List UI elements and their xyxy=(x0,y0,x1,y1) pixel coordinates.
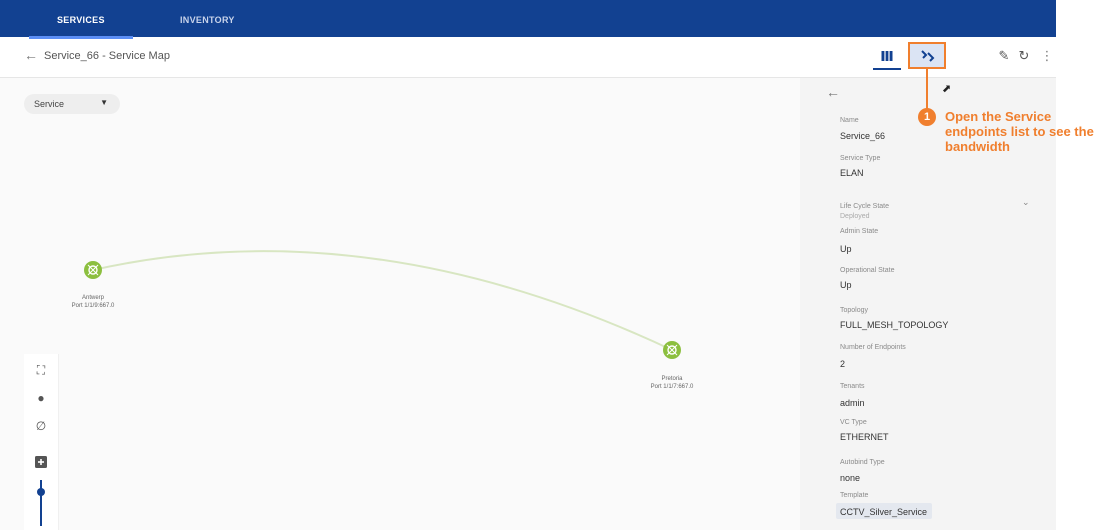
back-arrow-icon[interactable]: ← xyxy=(24,47,38,63)
field-value: 2 xyxy=(840,359,846,369)
antwerp-node-label: Antwerp Port 1/1/9:667.0 xyxy=(43,294,143,310)
field-value: ELAN xyxy=(840,168,864,178)
field-value: Deployed xyxy=(840,213,870,220)
node-name: Pretoria xyxy=(661,376,683,382)
node-port: Port 1/1/7:667.0 xyxy=(650,384,694,390)
endpoints-list-button[interactable] xyxy=(908,42,946,69)
fit-screen-icon[interactable]: ⛶ xyxy=(33,362,49,378)
field-label: VC Type xyxy=(840,419,867,426)
map-view-icon[interactable] xyxy=(876,45,898,67)
field-label: Topology xyxy=(840,307,869,314)
antwerp-node-icon[interactable] xyxy=(84,261,102,279)
callout-connector xyxy=(926,69,928,113)
page-header: ← Service_66 - Service Map ✎ ↻ ⋮ xyxy=(0,37,1056,78)
node-icon[interactable]: ● xyxy=(33,390,49,406)
field-label: Life Cycle State xyxy=(840,203,890,210)
edit-pencil-icon[interactable]: ✎ xyxy=(993,45,1015,67)
map-toolbar: ⛶ ● ∅ xyxy=(24,354,59,530)
endpoints-list-icon xyxy=(921,50,935,62)
callout-text: Open the Service endpoints list to see t… xyxy=(945,109,1094,154)
field-label: Template xyxy=(840,492,869,499)
field-value: FULL_MESH_TOPOLOGY xyxy=(840,320,949,330)
pretoria-node-label: Pretoria Port 1/1/7:667.0 xyxy=(622,375,722,391)
tab-services[interactable]: SERVICES xyxy=(29,0,133,39)
panel-back-arrow-icon[interactable]: ← xyxy=(826,84,840,100)
service-link[interactable] xyxy=(92,250,673,351)
node-name: Antwerp xyxy=(81,295,104,301)
app-window: SERVICES INVENTORY ← Service_66 - Servic… xyxy=(0,0,1056,530)
chevron-down-icon[interactable]: ⌄ xyxy=(1022,197,1030,208)
mouse-cursor-icon: ⬈ xyxy=(942,83,952,95)
tab-inventory[interactable]: INVENTORY xyxy=(180,0,235,37)
field-value: none xyxy=(840,473,861,483)
refresh-icon[interactable]: ↻ xyxy=(1013,45,1035,67)
zoom-in-icon[interactable] xyxy=(33,454,49,470)
callout-number: 1 xyxy=(918,108,936,126)
field-value: Up xyxy=(840,244,852,254)
field-label: Tenants xyxy=(840,383,865,390)
field-value: ETHERNET xyxy=(840,432,889,442)
top-navigation: SERVICES INVENTORY xyxy=(0,0,1056,39)
page-title: Service_66 - Service Map xyxy=(44,50,170,62)
field-value: Service_66 xyxy=(840,131,886,141)
field-value: Up xyxy=(840,280,852,290)
field-label: Autobind Type xyxy=(840,459,885,466)
link-icon[interactable]: ∅ xyxy=(33,418,49,434)
field-label: Service Type xyxy=(840,155,881,162)
active-view-indicator xyxy=(873,68,901,70)
field-label: Admin State xyxy=(840,228,879,235)
field-label: Number of Endpoints xyxy=(840,344,906,351)
pretoria-node-icon[interactable] xyxy=(663,341,681,359)
more-options-icon[interactable]: ⋮ xyxy=(1036,45,1058,67)
field-value: CCTV_Silver_Service xyxy=(840,507,928,517)
service-map[interactable]: Service ▼ Antwerp Port 1/1/9:667.0 Preto… xyxy=(0,78,800,530)
field-value: admin xyxy=(840,398,865,408)
zoom-slider[interactable] xyxy=(33,480,49,526)
field-label: Name xyxy=(840,117,859,124)
field-label: Operational State xyxy=(840,267,895,274)
node-port: Port 1/1/9:667.0 xyxy=(71,303,115,309)
